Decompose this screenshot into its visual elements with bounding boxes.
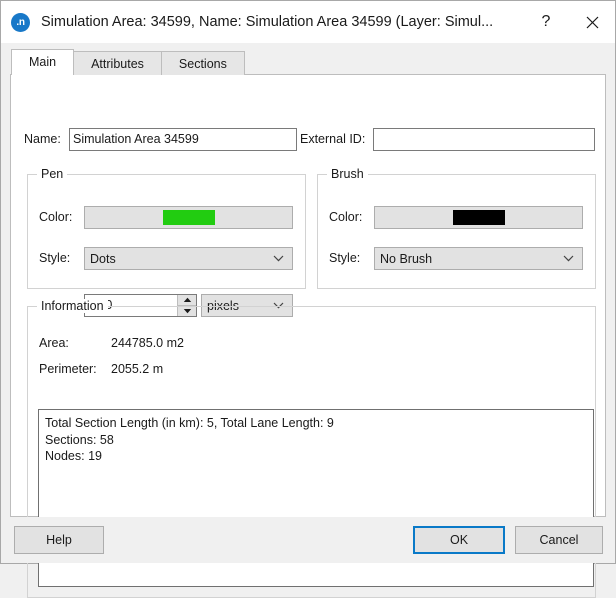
app-icon: .n bbox=[11, 12, 30, 32]
dialog-window: .n Simulation Area: 34599, Name: Simulat… bbox=[0, 0, 616, 598]
dialog-footer: Help OK Cancel bbox=[1, 517, 615, 563]
perimeter-value: 2055.2 m bbox=[111, 362, 164, 376]
external-id-input[interactable] bbox=[373, 128, 595, 151]
pen-group: Pen bbox=[27, 167, 306, 289]
ok-button[interactable]: OK bbox=[413, 526, 505, 554]
pen-color-swatch bbox=[162, 210, 215, 225]
title-bar: .n Simulation Area: 34599, Name: Simulat… bbox=[1, 1, 615, 43]
help-button[interactable]: Help bbox=[14, 526, 104, 554]
pen-style-value: Dots bbox=[90, 251, 116, 266]
external-id-label: External ID: bbox=[300, 132, 366, 146]
tab-panel-main: Name: Simulation Area 34599 External ID:… bbox=[10, 74, 606, 598]
chevron-down-icon bbox=[563, 248, 574, 269]
window-title: Simulation Area: 34599, Name: Simulation… bbox=[41, 14, 494, 30]
pen-style-label: Style: bbox=[39, 251, 71, 265]
perimeter-label: Perimeter: bbox=[39, 362, 97, 376]
brush-style-select[interactable]: No Brush bbox=[374, 247, 583, 270]
brush-color-label: Color: bbox=[329, 210, 363, 224]
pen-style-select[interactable]: Dots bbox=[84, 247, 293, 270]
brush-color-button[interactable] bbox=[374, 206, 583, 229]
pen-group-title: Pen bbox=[37, 167, 68, 181]
pen-color-label: Color: bbox=[39, 210, 73, 224]
area-label: Area: bbox=[39, 336, 69, 350]
dialog-body: Main Attributes Sections Name: Simulatio… bbox=[1, 43, 615, 598]
brush-group-title: Brush bbox=[327, 167, 368, 181]
tab-attributes[interactable]: Attributes bbox=[73, 51, 162, 75]
tab-sections[interactable]: Sections bbox=[160, 51, 245, 75]
chevron-down-icon bbox=[273, 248, 284, 269]
area-value: 244785.0 m2 bbox=[111, 336, 184, 350]
titlebar-help-button[interactable]: ? bbox=[523, 1, 569, 43]
cancel-button[interactable]: Cancel bbox=[515, 526, 603, 554]
tab-strip: Main Attributes Sections bbox=[11, 49, 245, 75]
brush-style-label: Style: bbox=[329, 251, 361, 265]
brush-group: Brush bbox=[317, 167, 596, 289]
tab-main[interactable]: Main bbox=[11, 49, 75, 75]
pen-color-button[interactable] bbox=[84, 206, 293, 229]
close-icon[interactable] bbox=[569, 1, 615, 43]
name-label: Name: bbox=[24, 132, 61, 146]
brush-style-value: No Brush bbox=[380, 251, 433, 266]
stepper-up-icon[interactable] bbox=[178, 295, 196, 306]
name-input[interactable]: Simulation Area 34599 bbox=[69, 128, 297, 151]
information-group-title: Information bbox=[37, 299, 108, 313]
brush-color-swatch bbox=[452, 210, 505, 225]
